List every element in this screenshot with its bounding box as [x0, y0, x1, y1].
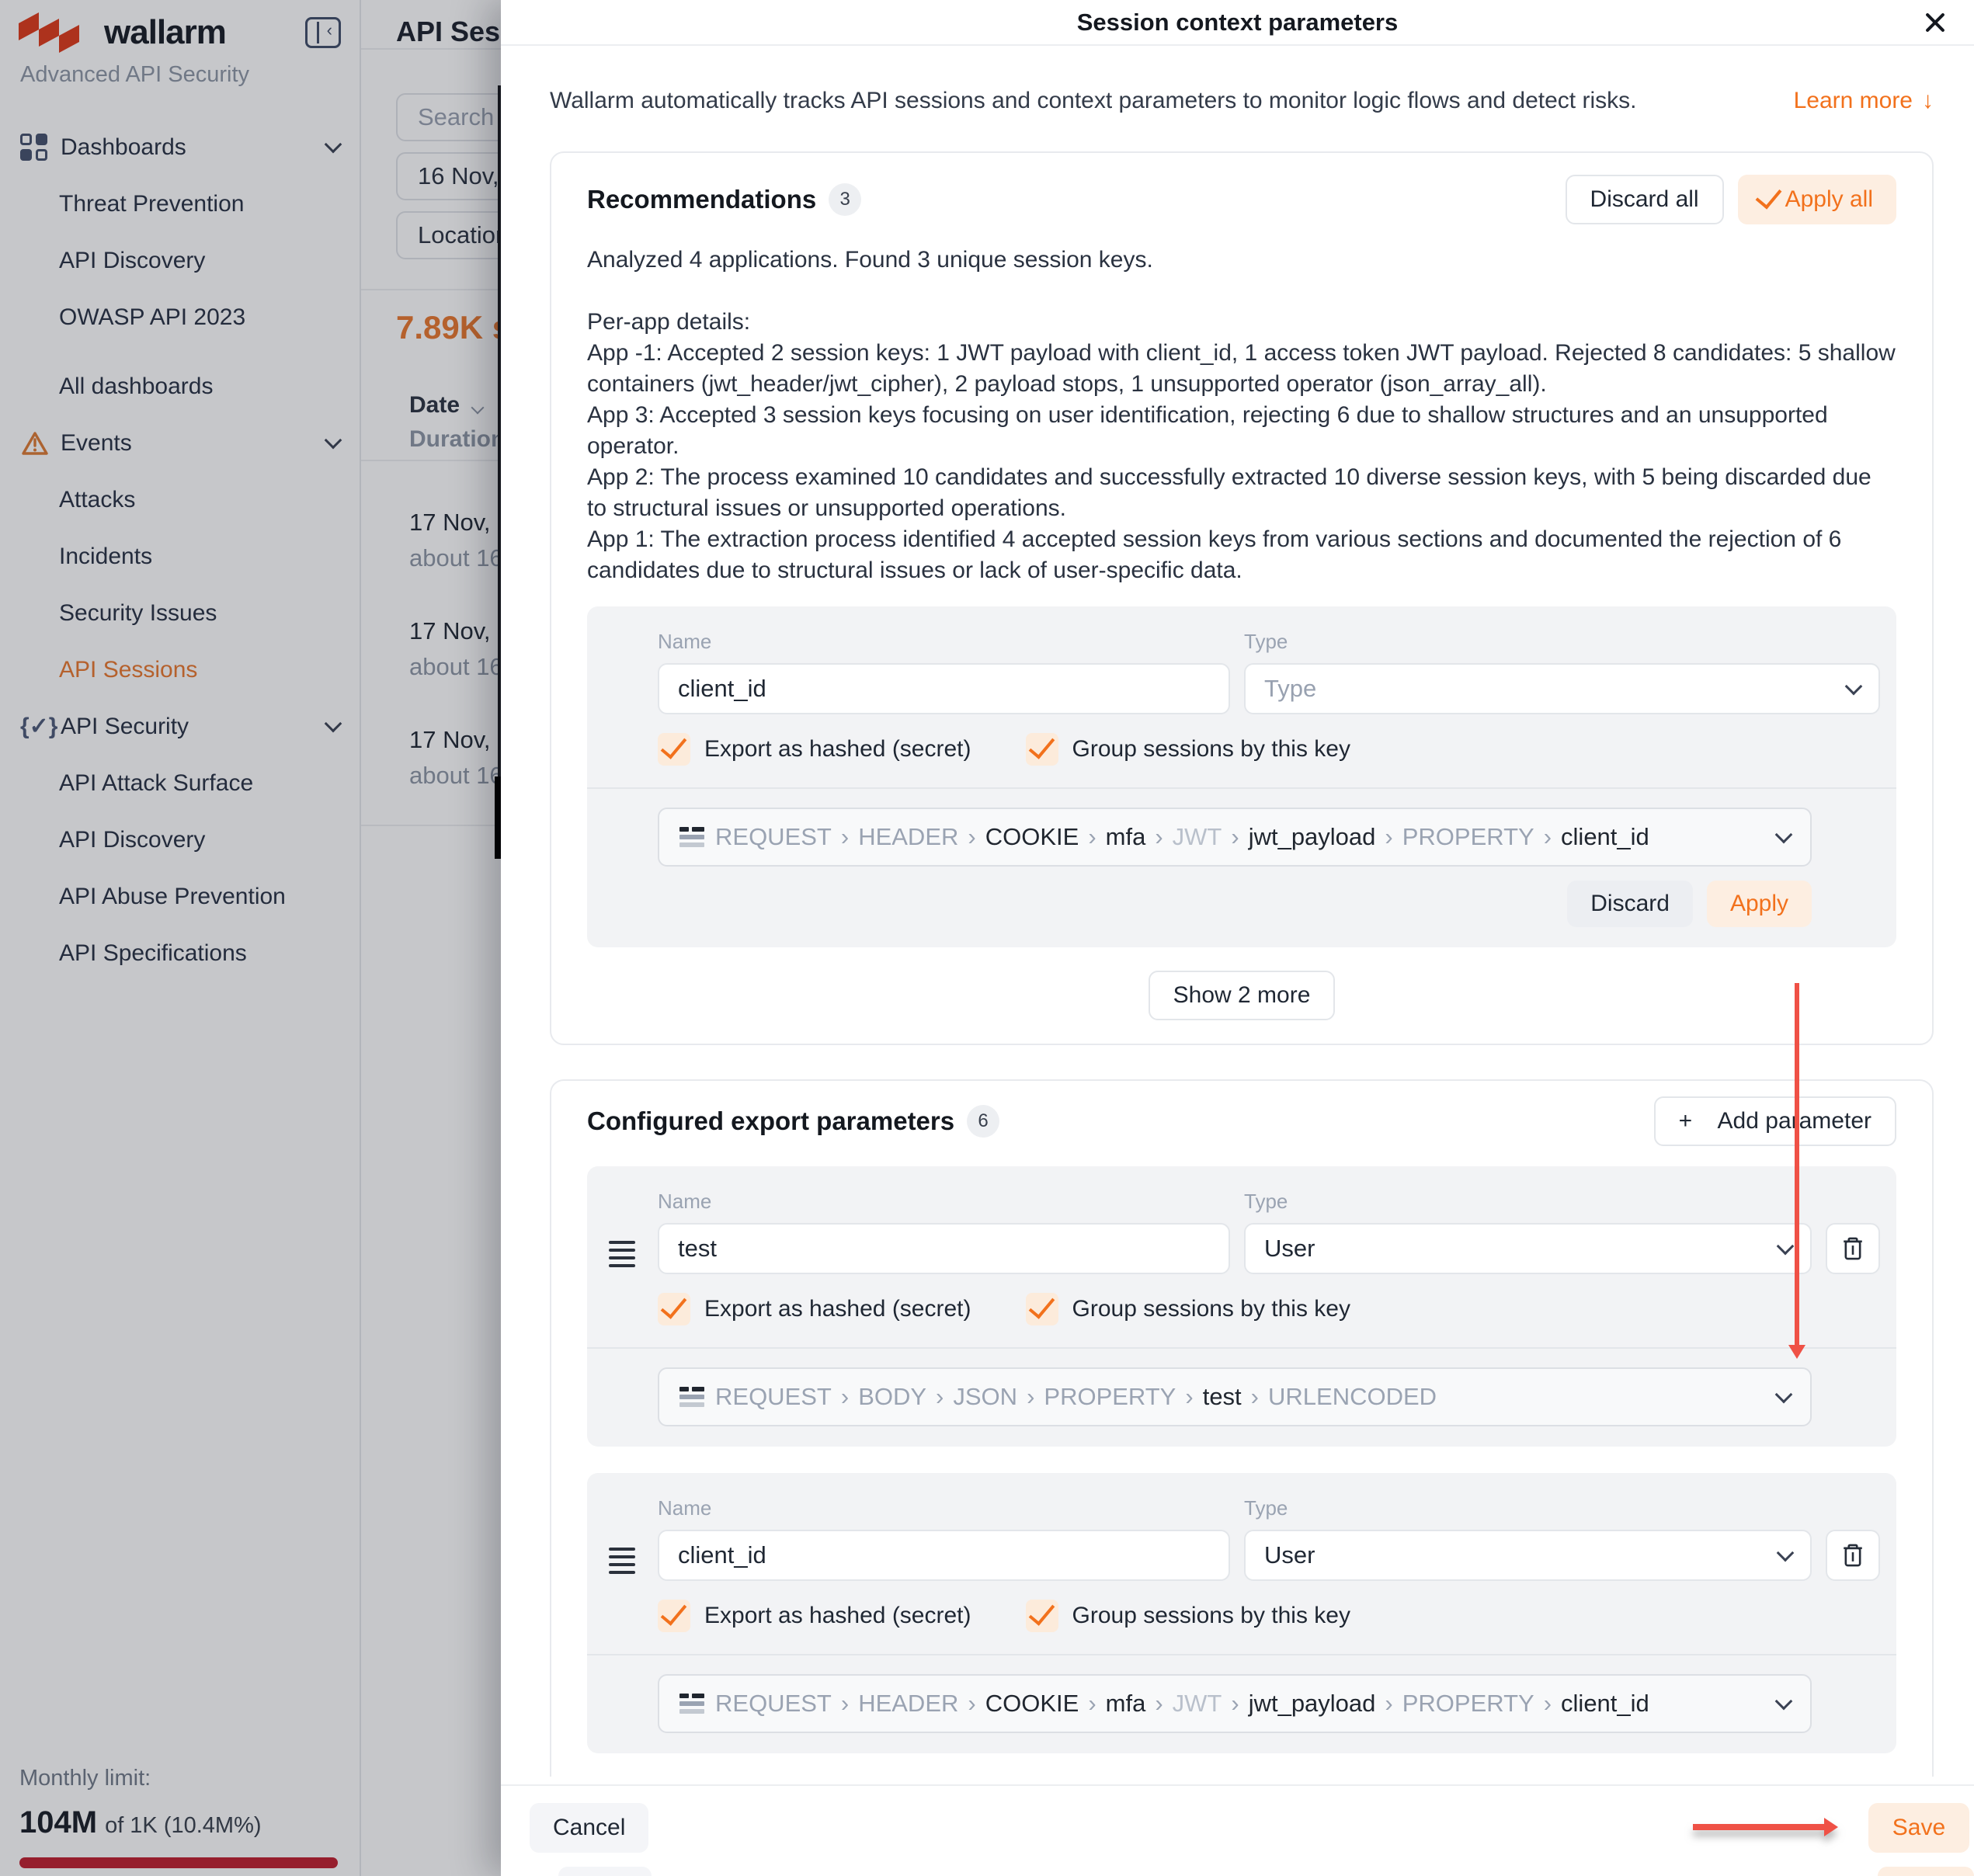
apply-all-button[interactable]: Apply all — [1738, 175, 1896, 224]
session-context-parameters-modal: Session context parameters Wallarm autom… — [501, 0, 1974, 1876]
recommendations-summary: Analyzed 4 applications. Found 3 unique … — [587, 245, 1896, 586]
delete-parameter-button[interactable] — [1826, 1223, 1880, 1274]
annotation-arrow-vertical — [1795, 983, 1799, 1346]
modal-description: Wallarm automatically tracks API session… — [550, 88, 1636, 114]
checkbox-checked-icon — [658, 733, 690, 766]
configured-parameters-card: Configured export parameters 6 + Add par… — [550, 1079, 1934, 1777]
save-button[interactable]: Save — [1868, 1803, 1969, 1853]
recommendations-card: Recommendations 3 Discard all Apply all … — [550, 151, 1934, 1045]
chevron-down-icon — [1775, 825, 1793, 843]
modal-footer: Cancel Save — [501, 1784, 1974, 1876]
request-path-icon — [679, 1694, 704, 1714]
chevron-down-icon — [1845, 677, 1863, 695]
type-label: Type — [1244, 1496, 1812, 1520]
checkbox-checked-icon — [1026, 733, 1058, 766]
discard-all-button[interactable]: Discard all — [1566, 175, 1724, 224]
check-icon — [1755, 182, 1781, 209]
chevron-down-icon — [1775, 1692, 1793, 1710]
type-label: Type — [1244, 1190, 1812, 1214]
checkbox-checked-icon — [1026, 1293, 1058, 1325]
modal-backdrop[interactable] — [0, 0, 501, 1876]
recommendations-title: Recommendations 3 — [587, 183, 861, 216]
param-type-select[interactable]: User — [1244, 1530, 1812, 1581]
trash-icon — [1840, 1542, 1865, 1569]
delete-parameter-button[interactable] — [1826, 1530, 1880, 1581]
param-name-input[interactable] — [658, 663, 1230, 714]
name-label: Name — [658, 630, 1230, 654]
trash-icon — [1840, 1235, 1865, 1262]
chevron-down-icon — [1777, 1237, 1795, 1255]
configured-parameters-title: Configured export parameters 6 — [587, 1105, 999, 1138]
request-path-icon — [679, 1387, 704, 1407]
modal-title: Session context parameters — [1077, 9, 1399, 36]
drag-handle-icon[interactable] — [609, 1241, 635, 1267]
cutoff-button-partial — [558, 1867, 652, 1876]
param-type-select[interactable]: Type — [1244, 663, 1880, 714]
recommendations-count-badge: 3 — [829, 183, 861, 216]
annotation-arrow-horizontal — [1693, 1824, 1825, 1830]
close-icon[interactable] — [1923, 10, 1948, 35]
group-sessions-checkbox[interactable]: Group sessions by this key — [1026, 1600, 1351, 1632]
apply-button[interactable]: Apply — [1707, 881, 1812, 927]
param-name-input[interactable] — [658, 1530, 1230, 1581]
name-label: Name — [658, 1190, 1230, 1214]
name-label: Name — [658, 1496, 1230, 1520]
plus-icon: + — [1679, 1108, 1693, 1134]
chevron-down-icon — [1775, 1385, 1793, 1403]
type-label: Type — [1244, 630, 1880, 654]
checkbox-checked-icon — [658, 1600, 690, 1632]
cutoff-button-partial — [1878, 1867, 1974, 1876]
source-path-select[interactable]: REQUEST› HEADER› COOKIE› mfa› JWT› jwt_p… — [658, 1674, 1812, 1733]
chevron-down-icon — [1777, 1544, 1795, 1562]
checkbox-checked-icon — [658, 1293, 690, 1325]
arrow-down-icon: ↓ — [1922, 88, 1934, 114]
source-path-select[interactable]: REQUEST› HEADER› COOKIE› mfa› JWT› jwt_p… — [658, 808, 1812, 867]
learn-more-link[interactable]: Learn more↓ — [1794, 88, 1934, 114]
group-sessions-checkbox[interactable]: Group sessions by this key — [1026, 1293, 1351, 1325]
discard-button[interactable]: Discard — [1567, 881, 1693, 927]
configured-parameter-item: Name Type User — [587, 1473, 1896, 1753]
group-sessions-checkbox[interactable]: Group sessions by this key — [1026, 733, 1351, 766]
drag-handle-icon[interactable] — [609, 1548, 635, 1574]
checkbox-checked-icon — [1026, 1600, 1058, 1632]
export-hashed-checkbox[interactable]: Export as hashed (secret) — [658, 1600, 971, 1632]
export-hashed-checkbox[interactable]: Export as hashed (secret) — [658, 1293, 971, 1325]
add-parameter-button[interactable]: + Add parameter — [1654, 1096, 1896, 1146]
cancel-button[interactable]: Cancel — [530, 1803, 648, 1853]
configured-parameter-item: Name Type User — [587, 1166, 1896, 1447]
configured-count-badge: 6 — [967, 1105, 999, 1138]
show-more-button[interactable]: Show 2 more — [1149, 971, 1336, 1020]
source-path-select[interactable]: REQUEST› BODY› JSON› PROPERTY› test› URL… — [658, 1367, 1812, 1426]
export-hashed-checkbox[interactable]: Export as hashed (secret) — [658, 733, 971, 766]
param-type-select[interactable]: User — [1244, 1223, 1812, 1274]
recommendation-item: Name Type Type Export as hashed ( — [587, 606, 1896, 947]
request-path-icon — [679, 827, 704, 847]
param-name-input[interactable] — [658, 1223, 1230, 1274]
